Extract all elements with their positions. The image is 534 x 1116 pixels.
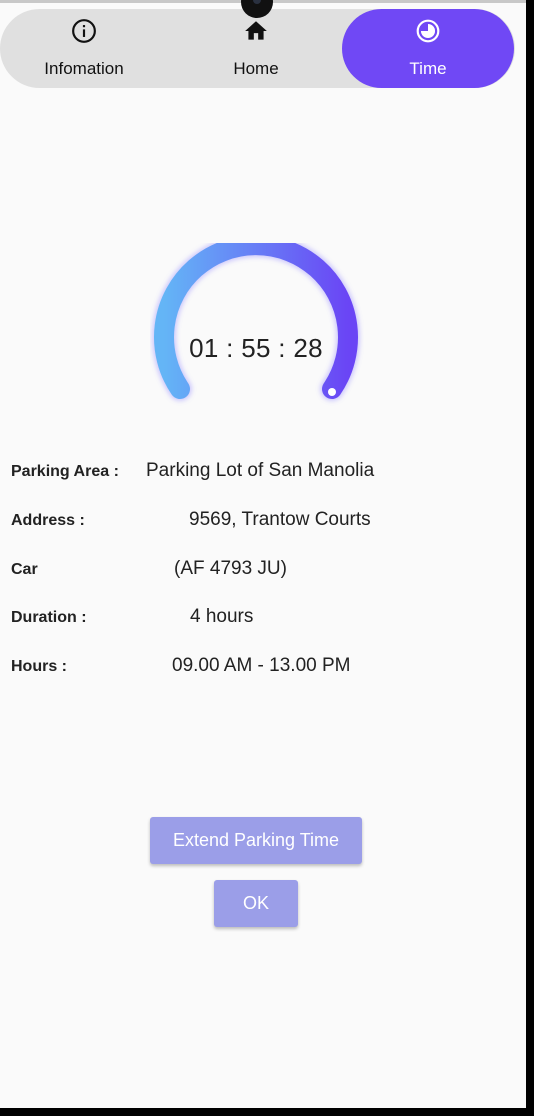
info-icon	[72, 19, 96, 43]
top-tab-bar: Infomation Home Time	[0, 9, 515, 88]
home-icon	[245, 21, 267, 40]
hours-value: 09.00 AM - 13.00 PM	[172, 655, 351, 676]
timer-icon	[416, 19, 440, 43]
hours-label: Hours :	[11, 658, 67, 675]
tab-time[interactable]: Time	[342, 9, 514, 88]
app-screen: Infomation Home Time 01: 55: 28 Parkin…	[0, 0, 526, 1108]
address-value: 9569, Trantow Courts	[189, 509, 371, 530]
address-label: Address :	[11, 512, 85, 529]
tab-information[interactable]: Infomation	[0, 9, 168, 88]
duration-value: 4 hours	[190, 606, 254, 627]
car-value: (AF 4793 JU)	[174, 558, 287, 579]
ok-button[interactable]: OK	[214, 880, 298, 927]
parking-area-value: Parking Lot of San Manolia	[146, 460, 375, 481]
timer-gauge-arc	[154, 243, 358, 399]
tab-home-label: Home	[233, 59, 279, 78]
timer-gauge-knob	[328, 388, 336, 396]
tab-information-label: Infomation	[44, 59, 124, 78]
parking-area-label: Parking Area :	[11, 463, 119, 480]
car-label: Car	[11, 561, 38, 578]
timer-gauge	[152, 243, 360, 401]
extend-parking-time-button[interactable]: Extend Parking Time	[150, 817, 362, 864]
duration-label: Duration :	[11, 609, 87, 626]
tab-time-label: Time	[409, 59, 447, 78]
timer-display: 01 : 55 : 28	[189, 333, 323, 363]
tab-home[interactable]: Home	[170, 9, 342, 88]
